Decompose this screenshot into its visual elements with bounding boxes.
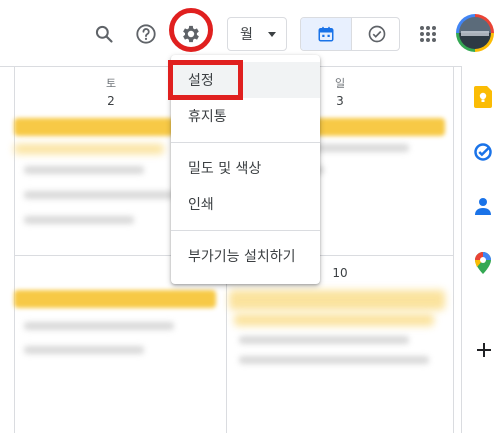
menu-divider xyxy=(171,230,320,231)
calendar-icon xyxy=(318,26,334,42)
menu-item-label: 부가기능 설치하기 xyxy=(188,249,296,265)
menu-item-print[interactable]: 인쇄 xyxy=(171,186,320,222)
add-icon[interactable] xyxy=(476,342,492,362)
day-header-sunday: 일 xyxy=(334,77,346,90)
menu-item-addons[interactable]: 부가기능 설치하기 xyxy=(171,238,320,274)
apps-grid-icon[interactable] xyxy=(410,16,446,52)
maps-icon[interactable] xyxy=(475,252,491,278)
event-chip[interactable] xyxy=(234,314,434,326)
event-chip[interactable] xyxy=(14,290,216,308)
tasks-icon[interactable] xyxy=(473,142,493,166)
menu-item-trash[interactable]: 휴지통 xyxy=(171,98,320,134)
highlight-circle xyxy=(169,8,213,52)
date-next-sunday[interactable]: 10 xyxy=(325,266,355,280)
search-icon[interactable] xyxy=(86,16,122,52)
caret-down-icon xyxy=(268,32,276,37)
event-chip[interactable] xyxy=(14,118,174,136)
menu-item-label: 밀도 및 색상 xyxy=(188,161,262,177)
check-circle-icon xyxy=(368,25,385,43)
view-select-label: 월 xyxy=(240,27,253,43)
highlight-box xyxy=(168,60,243,100)
day-header-saturday: 토 xyxy=(105,77,117,90)
view-toggle xyxy=(300,17,400,51)
help-icon[interactable] xyxy=(128,16,164,52)
avatar[interactable] xyxy=(456,14,494,52)
menu-item-density-color[interactable]: 밀도 및 색상 xyxy=(171,150,320,186)
date-saturday[interactable]: 2 xyxy=(96,94,126,108)
keep-icon[interactable] xyxy=(474,86,492,112)
calendar-view-button[interactable] xyxy=(301,18,351,50)
view-select[interactable]: 월 xyxy=(227,17,287,51)
tasks-view-button[interactable] xyxy=(351,18,399,50)
menu-divider xyxy=(171,142,320,143)
contacts-icon[interactable] xyxy=(475,197,491,219)
date-sunday[interactable]: 3 xyxy=(325,94,355,108)
event-chip[interactable] xyxy=(14,144,164,154)
menu-item-label: 인쇄 xyxy=(188,197,214,213)
side-panel xyxy=(461,66,504,433)
event-chip[interactable] xyxy=(229,290,445,310)
menu-item-label: 휴지통 xyxy=(188,109,227,125)
